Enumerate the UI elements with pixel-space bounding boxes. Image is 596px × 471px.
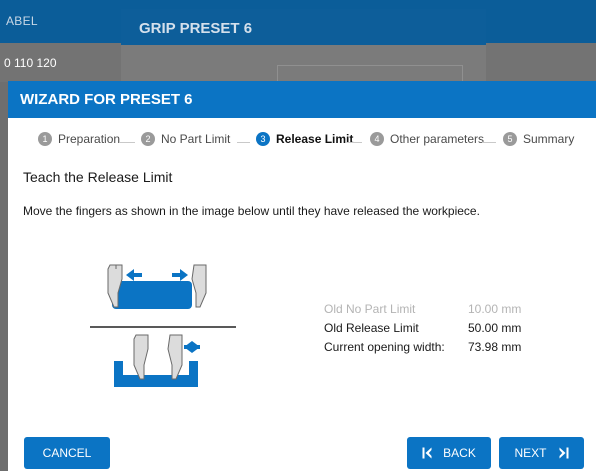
limit-value: 73.98 mm	[468, 340, 522, 354]
wizard-stepper: 1 Preparation 2 No Part Limit 3 Release …	[8, 132, 596, 152]
limit-label: Old Release Limit	[324, 321, 419, 335]
step-number-badge: 3	[256, 132, 270, 146]
step-preparation: 1 Preparation	[38, 132, 120, 146]
instruction-text: Move the fingers as shown in the image b…	[23, 204, 480, 218]
next-button[interactable]: NEXT	[499, 437, 584, 469]
step-label: Release Limit	[276, 132, 354, 146]
next-button-label: NEXT	[514, 446, 547, 460]
step-release-limit: 3 Release Limit	[256, 132, 353, 146]
step-number-badge: 5	[503, 132, 517, 146]
step-number-badge: 1	[38, 132, 52, 146]
back-button[interactable]: BACK	[407, 437, 491, 469]
background-column-header: ABEL	[6, 14, 38, 28]
step-no-part-limit: 2 No Part Limit	[141, 132, 230, 146]
step-label: No Part Limit	[161, 132, 231, 146]
step-label: Preparation	[58, 132, 121, 146]
step-number-badge: 2	[141, 132, 155, 146]
step-number-badge: 4	[370, 132, 384, 146]
step-separator	[237, 142, 250, 143]
background-dialog-title: GRIP PRESET 6	[139, 20, 253, 37]
step-separator	[482, 142, 496, 143]
section-title: Teach the Release Limit	[23, 169, 173, 185]
wizard-title: WIZARD FOR PRESET 6	[20, 91, 193, 108]
skip-back-icon	[422, 447, 432, 459]
gripper-release-illustration	[90, 255, 240, 395]
finger-right-top	[191, 264, 207, 308]
arrow-left-icon	[126, 269, 142, 281]
step-other-parameters: 4 Other parameters	[370, 132, 484, 146]
workpiece-top	[112, 281, 192, 309]
step-label: Summary	[523, 132, 575, 146]
cancel-button-label: CANCEL	[42, 446, 92, 460]
limit-label: Current opening width:	[324, 340, 445, 354]
back-button-label: BACK	[443, 446, 476, 460]
arrow-outward-right-icon	[184, 341, 200, 353]
limit-value: 50.00 mm	[468, 321, 522, 335]
wizard-header: WIZARD FOR PRESET 6	[8, 81, 596, 118]
limit-value: 10.00 mm	[468, 302, 522, 316]
step-label: Other parameters	[390, 132, 485, 146]
step-separator	[347, 142, 362, 143]
background-row-value: 0 110 120	[4, 56, 57, 70]
step-summary: 5 Summary	[503, 132, 574, 146]
wizard-dialog: WIZARD FOR PRESET 6 1 Preparation 2 No P…	[8, 81, 596, 471]
step-separator	[120, 142, 135, 143]
arrow-right-icon	[172, 269, 188, 281]
background-dialog-header: GRIP PRESET 6	[121, 9, 486, 45]
cancel-button[interactable]: CANCEL	[24, 437, 110, 469]
limit-label: Old No Part Limit	[324, 302, 416, 316]
skip-forward-icon	[559, 447, 569, 459]
